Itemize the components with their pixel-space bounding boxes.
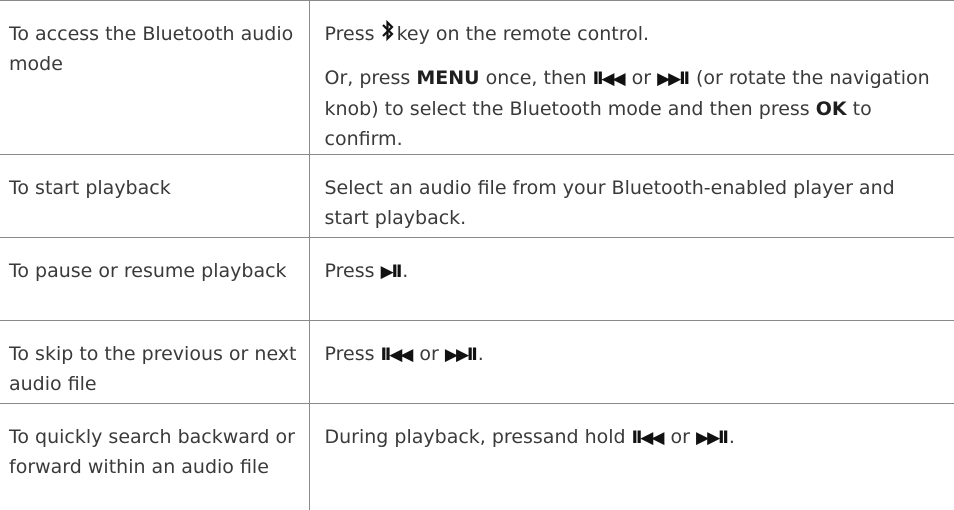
result-text: or — [631, 67, 652, 89]
result-text: or — [419, 343, 439, 365]
result-text: or — [670, 426, 690, 448]
action-cell: To access the Bluetooth audio mode — [0, 0, 309, 155]
result-text: once, then — [485, 67, 587, 89]
result-paragraph: Press key on the remote control. — [325, 19, 943, 49]
menu-keyword: MENU — [416, 67, 480, 89]
action-text: To start playback — [9, 177, 171, 199]
play-pause-icon: ▶II — [380, 262, 403, 282]
result-cell: Press II◀◀ or ▶▶II. — [308, 320, 954, 404]
result-text: . — [477, 343, 484, 365]
result-paragraph: Or, press MENU once, then II◀◀ or ▶▶II (… — [325, 63, 943, 154]
next-track-icon: ▶▶II — [696, 428, 729, 448]
result-text: key on the remote control. — [396, 23, 650, 45]
table-row: To access the Bluetooth audio mode Press… — [0, 0, 954, 155]
action-cell: To skip to the previous or next audio fi… — [0, 320, 309, 404]
result-cell: Press key on the remote control. Or, pre… — [308, 0, 954, 155]
next-track-icon: ▶▶II — [657, 69, 690, 89]
previous-track-icon: II◀◀ — [631, 428, 665, 448]
action-cell: To pause or resume playback — [0, 237, 309, 321]
table-row: To start playback Select an audio file f… — [0, 154, 954, 238]
result-text: Or, press — [324, 67, 411, 89]
table-row: To quickly search backward or forward wi… — [0, 403, 954, 510]
action-text: To quickly search backward or forward wi… — [9, 426, 295, 478]
bluetooth-icon — [381, 19, 394, 42]
next-track-icon: ▶▶II — [444, 345, 478, 365]
result-text: Press — [324, 343, 375, 365]
ok-keyword: OK — [815, 98, 847, 120]
result-cell: During playback, pressand hold II◀◀ or ▶… — [308, 403, 954, 510]
action-text: To access the Bluetooth audio mode — [9, 23, 294, 75]
previous-track-icon: II◀◀ — [592, 69, 626, 89]
action-text: To skip to the previous or next audio fi… — [9, 343, 297, 395]
result-text: Select an audio file from your Bluetooth… — [324, 177, 895, 229]
action-cell: To start playback — [0, 154, 309, 238]
result-cell: Select an audio file from your Bluetooth… — [308, 154, 954, 238]
instruction-table: To access the Bluetooth audio mode Press… — [0, 0, 954, 510]
table-row: To skip to the previous or next audio fi… — [0, 320, 954, 404]
previous-track-icon: II◀◀ — [380, 345, 414, 365]
action-cell: To quickly search backward or forward wi… — [0, 403, 309, 510]
result-text: During playback, pressand hold — [324, 426, 626, 448]
action-text: To pause or resume playback — [9, 260, 287, 282]
result-text: . — [402, 260, 409, 282]
result-text: Press — [324, 260, 375, 282]
result-text: Press — [324, 23, 375, 45]
table-row: To pause or resume playback Press ▶II. — [0, 237, 954, 321]
result-text: . — [728, 426, 735, 448]
result-cell: Press ▶II. — [308, 237, 954, 321]
